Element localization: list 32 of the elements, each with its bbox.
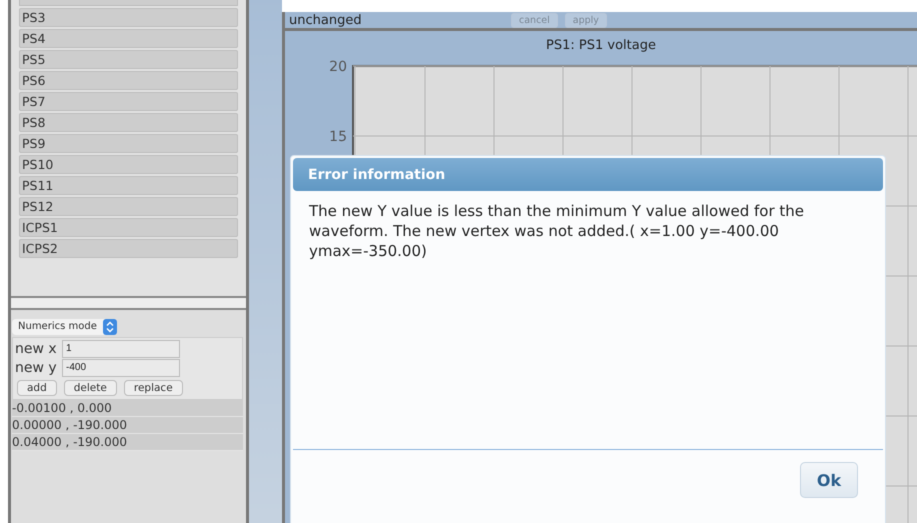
dialog-title: Error information <box>293 158 883 191</box>
ok-button[interactable]: Ok <box>800 462 858 498</box>
tick-label: 15 <box>329 129 347 145</box>
status-text: unchanged <box>288 13 363 28</box>
point-row[interactable]: -0.00100 , 0.000 <box>12 400 244 416</box>
channel-item[interactable]: PS5 <box>19 50 238 69</box>
field-label: new x <box>15 340 58 356</box>
channel-item[interactable]: PS9 <box>19 134 238 153</box>
mode-select[interactable]: Numerics mode <box>12 318 117 334</box>
channel-item[interactable]: PS4 <box>19 28 238 48</box>
stepper-icon <box>102 318 117 334</box>
tick-label: 20 <box>329 59 347 75</box>
chart-title: PS1: PS1 voltage <box>545 37 657 54</box>
action-button[interactable]: delete <box>64 380 117 396</box>
channel-item[interactable]: ICPS2 <box>19 238 238 258</box>
channel-item[interactable]: ICPS1 <box>19 218 238 237</box>
channel-item[interactable]: PS3 <box>19 8 238 27</box>
channel-item[interactable]: PS10 <box>19 154 238 174</box>
channel-item[interactable]: PS11 <box>19 176 238 195</box>
splitter-bar[interactable] <box>11 298 246 310</box>
point-row[interactable]: 0.00000 , -190.000 <box>12 416 244 434</box>
field-label: new y <box>15 360 58 376</box>
input-field[interactable]: -400 <box>62 358 180 376</box>
channel-item[interactable]: PS7 <box>19 92 238 111</box>
dialog-message: The new Y value is less than the minimum Y value allowed for the waveform. The new vertex was not added.( x=1.00 y=-400.00 ymax=-350.00) <box>293 191 883 450</box>
channel-item[interactable]: PS6 <box>19 70 238 90</box>
input-field[interactable]: 1 <box>62 340 180 358</box>
action-button[interactable]: replace <box>124 380 183 396</box>
point-row[interactable]: 0.04000 , -190.000 <box>12 434 244 450</box>
channel-item[interactable]: PS8 <box>19 112 238 132</box>
action-button[interactable]: add <box>17 380 57 396</box>
channel-item[interactable]: PS12 <box>19 196 238 216</box>
